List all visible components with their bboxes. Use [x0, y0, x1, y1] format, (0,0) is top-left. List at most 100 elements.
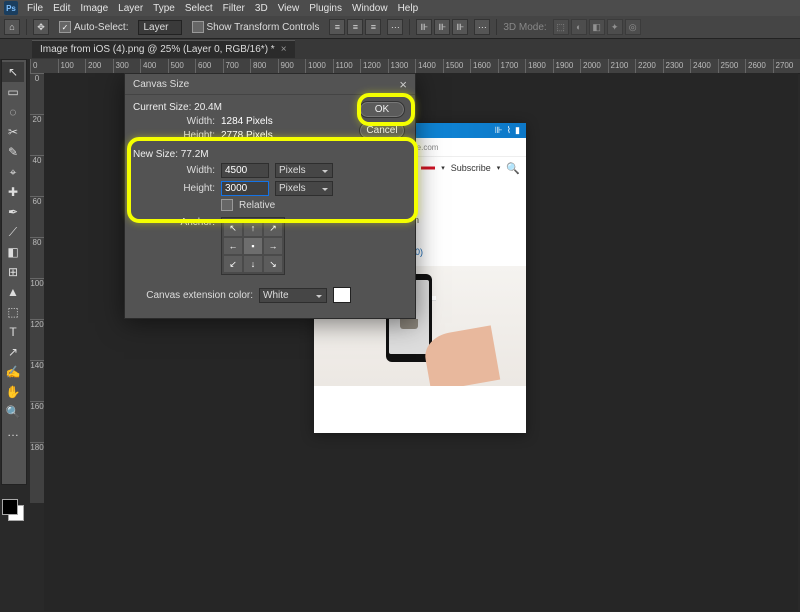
work-area: ↖ ▭ ◌ ✂ ✎ ⌖ ✚ ✒ ⟋ ◧ ⊞ ▲ ⬚ T ↗ ✍ ✋ 🔍 … 01… — [0, 59, 800, 612]
tab-title: Image from iOS (4).png @ 25% (Layer 0, R… — [40, 44, 275, 55]
3d-icon[interactable]: ◐ — [571, 19, 587, 35]
3d-icon[interactable]: ◧ — [589, 19, 605, 35]
width-label: Width: — [133, 165, 215, 176]
current-height-value: 2778 Pixels — [221, 130, 273, 141]
dodge-tool-icon[interactable]: ▲ — [2, 282, 24, 302]
marquee-tool-icon[interactable]: ▭ — [2, 82, 24, 102]
distribute-icon[interactable]: ⊪ — [416, 19, 432, 35]
height-input[interactable] — [221, 181, 269, 196]
3d-mode-label: 3D Mode: — [503, 22, 546, 33]
canvas[interactable]: ⊪ ⌇ ▮ guide.com ▾ Subscribe▾ 🔍 any plant… — [44, 73, 798, 611]
home-icon[interactable]: ⌂ — [4, 19, 20, 35]
options-bar: ⌂ ✥ Auto-Select: Layer Show Transform Co… — [0, 16, 800, 39]
dialog-title: Canvas Size — [133, 79, 189, 90]
menu-plugins[interactable]: Plugins — [304, 3, 347, 14]
clone-tool-icon[interactable]: ⟋ — [2, 222, 24, 242]
checkbox-icon[interactable] — [59, 21, 71, 33]
color-swatches[interactable] — [2, 499, 24, 521]
3d-icon[interactable]: ◎ — [625, 19, 641, 35]
more-tools-icon[interactable]: … — [2, 422, 24, 442]
cancel-button[interactable]: Cancel — [359, 122, 405, 139]
path-tool-icon[interactable]: ↗ — [2, 342, 24, 362]
type-tool-icon[interactable]: T — [2, 322, 24, 342]
brush-tool-icon[interactable]: ✒ — [2, 202, 24, 222]
menu-filter[interactable]: Filter — [218, 3, 250, 14]
shape-tool-icon[interactable]: ✍ — [2, 362, 24, 382]
distribute-icon[interactable]: ⊪ — [452, 19, 468, 35]
document-tab-bar: Image from iOS (4).png @ 25% (Layer 0, R… — [0, 39, 800, 59]
crop-tool-icon[interactable]: ✂ — [2, 122, 24, 142]
anchor-sw[interactable]: ↙ — [224, 256, 242, 272]
more-align-icon[interactable]: ⋯ — [387, 19, 403, 35]
3d-icon[interactable]: ✦ — [607, 19, 623, 35]
battery-icon: ▮ — [515, 125, 520, 136]
menu-image[interactable]: Image — [75, 3, 113, 14]
height-label: Height: — [133, 130, 215, 141]
anchor-label: Anchor: — [133, 217, 215, 228]
distribute-icon[interactable]: ⊪ — [434, 19, 450, 35]
blur-tool-icon[interactable]: ⊞ — [2, 262, 24, 282]
menu-3d[interactable]: 3D — [250, 3, 273, 14]
current-width-value: 1284 Pixels — [221, 116, 273, 127]
hand-tool-icon[interactable]: ✋ — [2, 382, 24, 402]
align-group: ≡ ≡ ≡ — [329, 19, 381, 35]
anchor-s[interactable]: ↓ — [244, 256, 262, 272]
menu-type[interactable]: Type — [148, 3, 180, 14]
width-input[interactable] — [221, 163, 269, 178]
anchor-n[interactable]: ↑ — [244, 220, 262, 236]
anchor-grid[interactable]: ↖ ↑ ↗ ← ▪ → ↙ ↓ ↘ — [221, 217, 285, 275]
pen-tool-icon[interactable]: ⬚ — [2, 302, 24, 322]
show-transform-toggle[interactable]: Show Transform Controls — [188, 21, 324, 33]
extension-color-swatch[interactable] — [333, 287, 351, 303]
checkbox-icon[interactable] — [192, 21, 204, 33]
menu-layer[interactable]: Layer — [113, 3, 148, 14]
3d-mode-group: ⬚ ◐ ◧ ✦ ◎ — [553, 19, 641, 35]
gradient-tool-icon[interactable]: ◧ — [2, 242, 24, 262]
anchor-w[interactable]: ← — [224, 238, 242, 254]
close-icon[interactable]: × — [281, 44, 287, 55]
width-unit-dropdown[interactable]: Pixels — [275, 163, 333, 178]
move-tool-icon[interactable]: ✥ — [33, 19, 49, 35]
menu-view[interactable]: View — [273, 3, 305, 14]
menu-help[interactable]: Help — [393, 3, 424, 14]
dialog-titlebar[interactable]: Canvas Size × — [125, 74, 415, 95]
3d-icon[interactable]: ⬚ — [553, 19, 569, 35]
zoom-tool-icon[interactable]: 🔍 — [2, 402, 24, 422]
eyedropper-tool-icon[interactable]: ⌖ — [2, 162, 24, 182]
anchor-e[interactable]: → — [264, 238, 282, 254]
search-icon: 🔍 — [506, 162, 520, 175]
menu-edit[interactable]: Edit — [48, 3, 75, 14]
ok-button[interactable]: OK — [359, 101, 405, 118]
extension-color-dropdown[interactable]: White — [259, 288, 327, 303]
relative-checkbox[interactable] — [221, 199, 233, 211]
extension-color-label: Canvas extension color: — [133, 290, 253, 301]
ruler-horizontal: 0100200300400500600700800900100011001200… — [30, 59, 800, 74]
move-tool-icon[interactable]: ↖ — [2, 62, 24, 82]
document-tab[interactable]: Image from iOS (4).png @ 25% (Layer 0, R… — [32, 40, 295, 58]
anchor-center[interactable]: ▪ — [244, 238, 262, 254]
anchor-ne[interactable]: ↗ — [264, 220, 282, 236]
close-icon[interactable]: × — [399, 77, 407, 92]
anchor-se[interactable]: ↘ — [264, 256, 282, 272]
new-size-label: New Size: 77.2M — [133, 149, 407, 160]
menubar: Ps File Edit Image Layer Type Select Fil… — [0, 0, 800, 16]
ruler-vertical: 020406080100120140160180 — [30, 73, 45, 503]
menu-file[interactable]: File — [22, 3, 48, 14]
auto-select-toggle[interactable]: Auto-Select: — [55, 21, 132, 33]
healing-tool-icon[interactable]: ✚ — [2, 182, 24, 202]
auto-select-dropdown[interactable]: Layer — [138, 20, 181, 35]
frame-tool-icon[interactable]: ✎ — [2, 142, 24, 162]
lasso-tool-icon[interactable]: ◌ — [2, 102, 24, 122]
tools-panel: ↖ ▭ ◌ ✂ ✎ ⌖ ✚ ✒ ⟋ ◧ ⊞ ▲ ⬚ T ↗ ✍ ✋ 🔍 … — [1, 59, 27, 485]
foreground-swatch[interactable] — [2, 499, 18, 515]
align-right-icon[interactable]: ≡ — [365, 19, 381, 35]
more-icon[interactable]: ⋯ — [474, 19, 490, 35]
signal-icon: ⊪ — [495, 125, 503, 136]
height-unit-dropdown[interactable]: Pixels — [275, 181, 333, 196]
menu-window[interactable]: Window — [347, 3, 393, 14]
align-left-icon[interactable]: ≡ — [329, 19, 345, 35]
menu-select[interactable]: Select — [180, 3, 218, 14]
width-label: Width: — [133, 116, 215, 127]
anchor-nw[interactable]: ↖ — [224, 220, 242, 236]
align-center-icon[interactable]: ≡ — [347, 19, 363, 35]
